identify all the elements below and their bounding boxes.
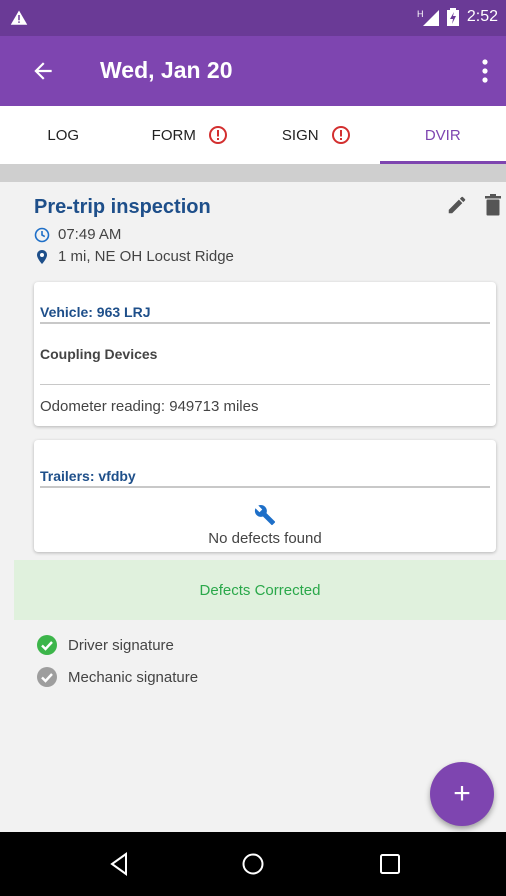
divider [40, 384, 490, 385]
wrench-icon [254, 505, 276, 526]
inspection-location: 1 mi, NE OH Locust Ridge [58, 248, 234, 265]
status-right: H 2:52 [417, 8, 498, 26]
alert-circle-icon [331, 126, 350, 144]
trailer-card[interactable]: Trailers: vfdby No defects found [34, 440, 496, 552]
inspection-time-row: 07:49 AM [34, 226, 121, 243]
tab-sign-label: SIGN [281, 126, 319, 144]
nav-recents-icon[interactable] [376, 850, 404, 878]
inspection-title[interactable]: Pre-trip inspection [34, 196, 211, 219]
add-fab-button[interactable]: + [430, 762, 494, 826]
defect-label: Coupling Devices [40, 346, 158, 362]
signal-icon: H [417, 9, 439, 26]
back-arrow-icon[interactable] [30, 58, 56, 84]
check-circle-icon [37, 667, 57, 687]
edit-pencil-icon[interactable] [446, 194, 468, 216]
tab-log[interactable]: LOG [0, 106, 127, 164]
warning-icon [10, 10, 28, 25]
app-bar: Wed, Jan 20 [0, 36, 506, 106]
tab-bar: LOG FORM SIGN DVIR [0, 106, 506, 164]
nav-home-icon[interactable] [239, 850, 267, 878]
mechanic-signature-row[interactable]: Mechanic signature [36, 666, 198, 688]
plus-icon: + [453, 777, 471, 810]
tabs-divider [0, 164, 506, 182]
page-title: Wed, Jan 20 [100, 57, 233, 83]
mechanic-signature-label: Mechanic signature [68, 668, 199, 686]
trailer-title: Trailers: vfdby [40, 468, 136, 484]
status-bar: H 2:52 [0, 0, 506, 36]
network-label: H [417, 9, 424, 19]
tab-form[interactable]: FORM [127, 106, 254, 164]
vehicle-title: Vehicle: 963 LRJ [40, 304, 151, 320]
system-nav-bar [0, 832, 506, 896]
no-defects-text: No defects found [208, 530, 322, 547]
tab-dvir[interactable]: DVIR [379, 106, 506, 164]
odometer-reading: Odometer reading: 949713 miles [40, 398, 259, 415]
dvir-content: Pre-trip inspection 07:49 AM 1 mi, NE OH… [0, 182, 506, 832]
tab-dvir-label: DVIR [424, 126, 461, 144]
driver-signature-label: Driver signature [68, 636, 174, 654]
tab-log-label: LOG [47, 126, 80, 144]
delete-trash-icon[interactable] [484, 194, 502, 216]
defects-corrected-banner: Defects Corrected [14, 560, 506, 620]
divider [40, 322, 490, 324]
driver-signature-row[interactable]: Driver signature [36, 634, 174, 656]
tab-sign[interactable]: SIGN [253, 106, 380, 164]
inspection-time: 07:49 AM [58, 226, 122, 243]
inspection-location-row: 1 mi, NE OH Locust Ridge [34, 248, 234, 265]
alert-circle-icon [208, 126, 227, 144]
vehicle-card[interactable]: Vehicle: 963 LRJ Coupling Devices Odomet… [34, 282, 496, 426]
banner-text: Defects Corrected [199, 581, 321, 599]
clock-icon [34, 227, 50, 242]
check-circle-icon [37, 635, 57, 655]
nav-back-icon[interactable] [106, 850, 134, 878]
location-pin-icon [37, 249, 47, 264]
more-vert-icon[interactable] [480, 58, 490, 84]
battery-icon [446, 8, 459, 26]
tab-form-label: FORM [151, 126, 196, 144]
divider [40, 486, 490, 488]
status-time: 2:52 [466, 8, 498, 25]
